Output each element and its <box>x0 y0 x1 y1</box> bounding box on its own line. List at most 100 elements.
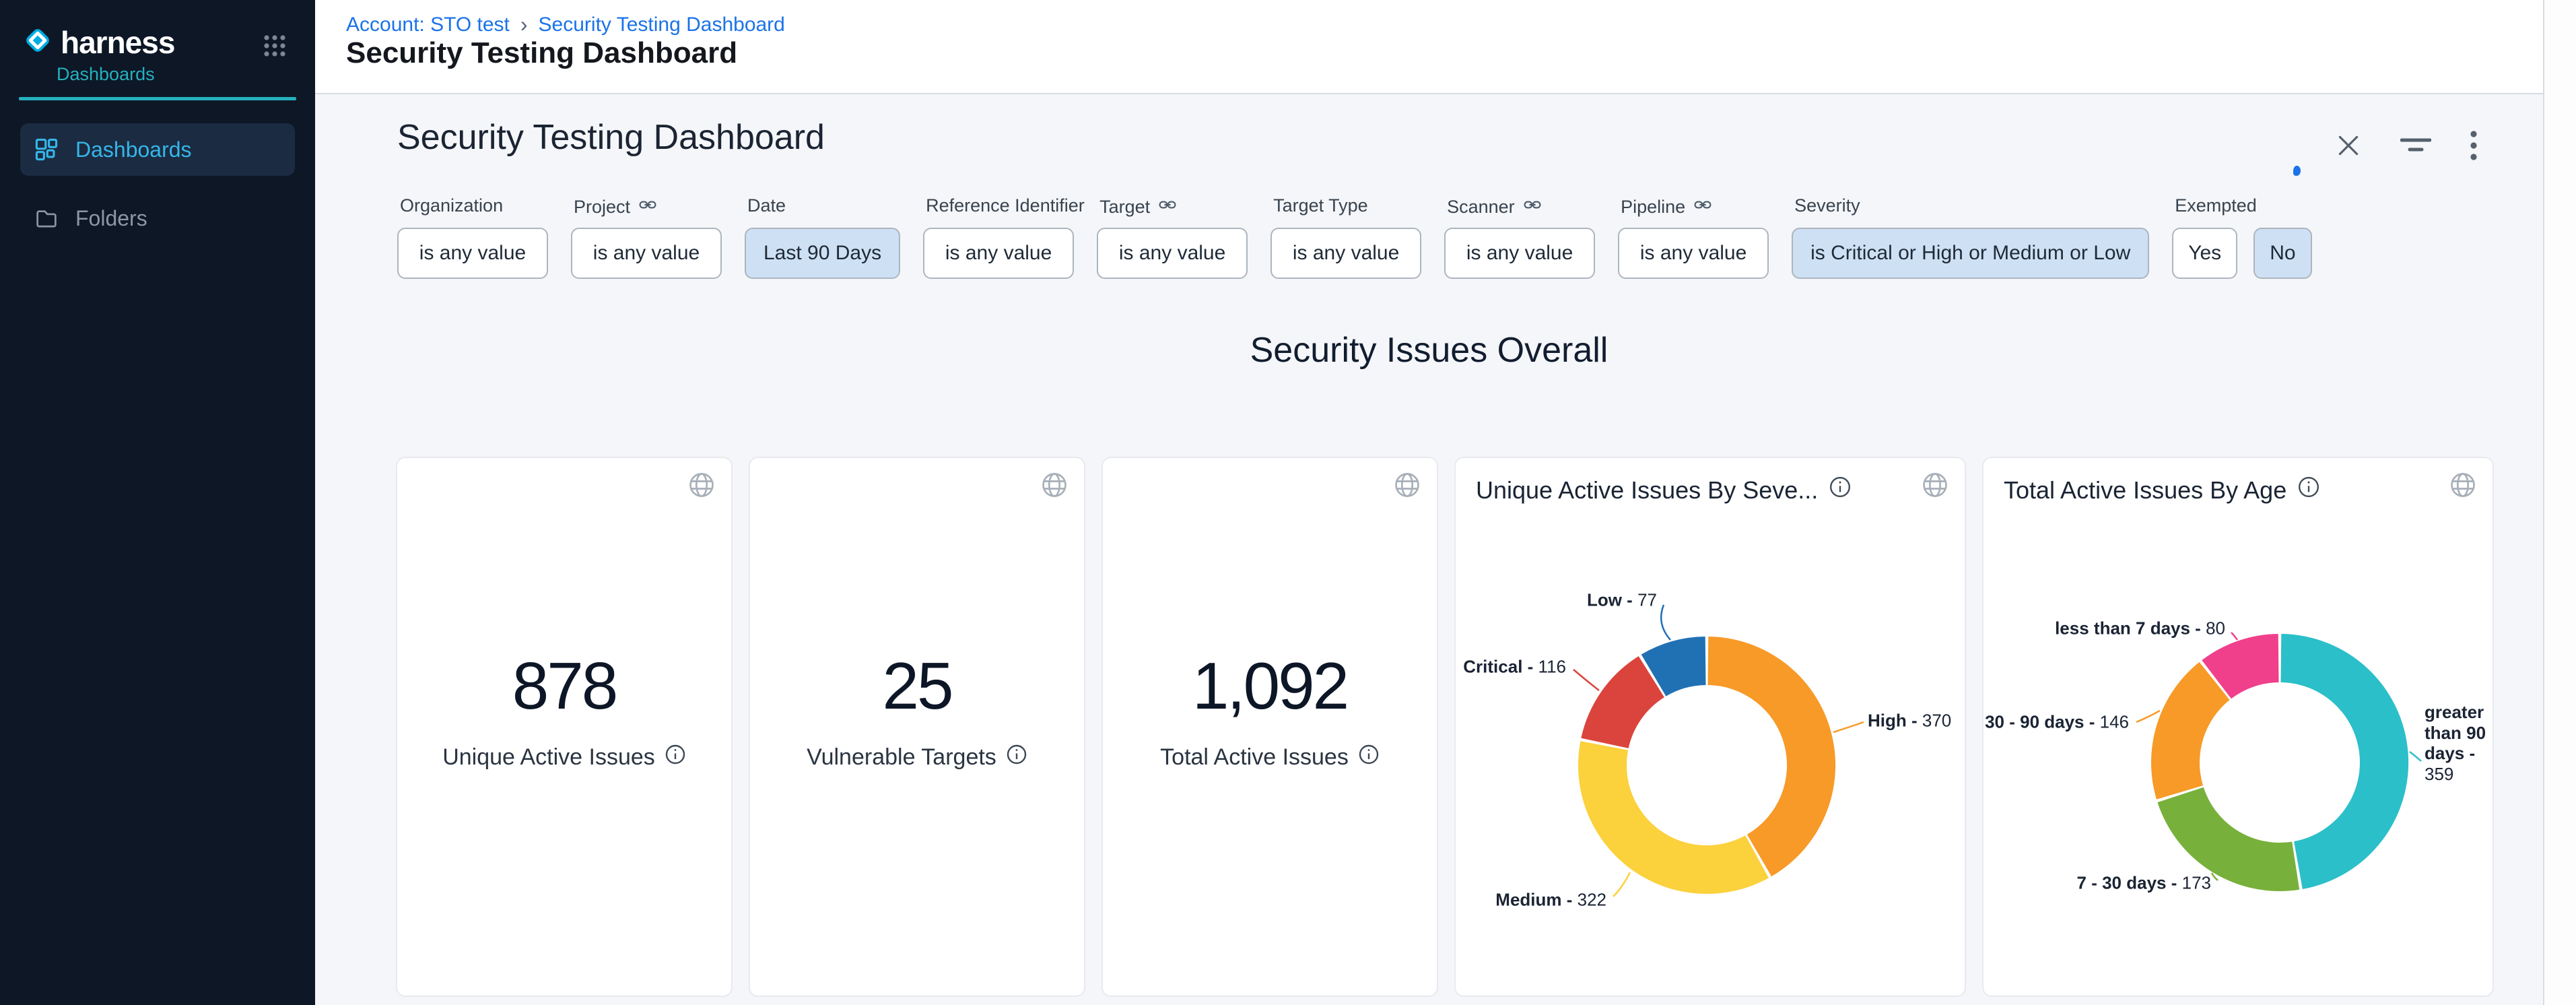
globe-icon <box>687 470 716 503</box>
stat-value: 25 <box>750 648 1084 724</box>
filter-scanner: Scanner is any value <box>1444 195 1595 279</box>
filter-value[interactable]: is any value <box>397 228 548 279</box>
filter-label: Pipeline <box>1621 195 1712 219</box>
filter-label: Severity <box>1794 195 1860 216</box>
dashboard-actions <box>2334 129 2478 165</box>
linked-filter-icon <box>1523 195 1542 219</box>
linked-filter-icon <box>1158 195 1177 219</box>
filter-label: Organization <box>400 195 503 216</box>
donut-label-7-30-days: 7 - 30 days - 173 <box>2077 873 2211 894</box>
donut-label-critical: Critical - 116 <box>1463 657 1566 678</box>
stat-label: Vulnerable Targets <box>750 744 1084 771</box>
donut-label-low: Low - 77 <box>1587 590 1657 611</box>
globe-icon <box>1040 470 1069 503</box>
donut-slice-30-90-days[interactable] <box>2151 662 2230 800</box>
top-header: Account: STO test › Security Testing Das… <box>315 0 2543 94</box>
breadcrumb-separator-icon: › <box>520 12 528 37</box>
stat-tile-total-active-issues: 1,092 Total Active Issues <box>1101 457 1438 997</box>
breadcrumb-dashboard-link[interactable]: Security Testing Dashboard <box>539 13 785 36</box>
folder-icon <box>35 207 58 230</box>
product-name: Dashboards <box>57 64 315 85</box>
breadcrumb-account-link[interactable]: Account: STO test <box>346 13 510 36</box>
filter-project: Project is any value <box>571 195 722 279</box>
donut-slice-greater-than-90-days[interactable] <box>2281 634 2409 889</box>
breadcrumb: Account: STO test › Security Testing Das… <box>346 12 785 37</box>
label-leader-line <box>1833 722 1864 732</box>
mouse-cursor <box>2293 166 2301 176</box>
filter-label: Reference Identifier <box>926 195 1085 216</box>
security-testing-dashboard-page: { "sidebar": { "brand": "harness", "prod… <box>0 0 2576 1005</box>
stat-tile-unique-active-issues: 878 Unique Active Issues <box>396 457 733 997</box>
filter-value[interactable]: is any value <box>1097 228 1248 279</box>
sidebar-item-label: Folders <box>75 206 147 231</box>
donut-label-medium: Medium - 322 <box>1495 890 1606 911</box>
filter-value[interactable]: is Critical or High or Medium or Low <box>1792 228 2149 279</box>
label-leader-line <box>1573 670 1599 690</box>
filter-label: Date <box>747 195 786 216</box>
sidebar-item-folders[interactable]: Folders <box>20 192 295 245</box>
label-leader-line <box>2410 752 2421 761</box>
donut-label-high: High - 370 <box>1868 711 1951 732</box>
close-icon[interactable] <box>2334 131 2363 163</box>
sidebar-divider <box>19 97 296 100</box>
filter-target: Target is any value <box>1097 195 1248 279</box>
label-leader-line <box>1661 605 1670 640</box>
filter-option-no[interactable]: No <box>2253 228 2311 279</box>
filter-date: Date Last 90 Days <box>745 195 900 279</box>
filter-toggle-group: Yes No <box>2172 228 2311 279</box>
filter-label: Exempted <box>2175 195 2257 216</box>
filter-value[interactable]: is any value <box>1444 228 1595 279</box>
filter-value[interactable]: is any value <box>1618 228 1769 279</box>
sidebar-item-label: Dashboards <box>75 137 192 162</box>
app-grid-icon[interactable] <box>263 34 287 61</box>
info-icon[interactable] <box>1358 744 1380 771</box>
brand-name: harness <box>61 24 174 61</box>
filter-value[interactable]: Last 90 Days <box>745 228 900 279</box>
filter-label: Target Type <box>1273 195 1368 216</box>
sidebar-nav: Dashboards Folders <box>0 123 315 245</box>
filter-reference-identifier: Reference Identifier is any value <box>923 195 1074 279</box>
filter-bar: Organization is any value Project is a <box>397 195 2312 279</box>
sidebar-item-dashboards[interactable]: Dashboards <box>20 123 295 176</box>
section-title: Security Issues Overall <box>315 330 2543 370</box>
filter-value[interactable]: is any value <box>923 228 1074 279</box>
harness-logo-icon <box>20 23 55 61</box>
info-icon[interactable] <box>665 744 686 771</box>
cards-row: 878 Unique Active Issues 25 Vulnerable T… <box>396 457 2494 997</box>
donut-slice-medium[interactable] <box>1578 741 1769 894</box>
filter-severity: Severity is Critical or High or Medium o… <box>1792 195 2149 279</box>
donut-label-30-90-days: 30 - 90 days - 146 <box>1985 712 2129 733</box>
globe-icon <box>1392 470 1422 503</box>
linked-filter-icon <box>1693 195 1712 219</box>
filter-value[interactable]: is any value <box>1270 228 1421 279</box>
filters-toggle-icon[interactable] <box>2400 131 2431 163</box>
more-options-icon[interactable] <box>2469 129 2478 165</box>
chart-tile-unique-active-issues-by-severity: Unique Active Issues By Seve... Low - 77… <box>1454 457 1966 997</box>
stat-label: Unique Active Issues <box>397 744 731 771</box>
filter-organization: Organization is any value <box>397 195 548 279</box>
sidebar: harness Dashboards Dashboards <box>0 0 315 1005</box>
stat-value: 878 <box>397 648 731 724</box>
dashboard-panel: Security Testing Dashboard Organization <box>315 94 2543 1005</box>
label-leader-line <box>2231 633 2237 640</box>
dashboard-title: Security Testing Dashboard <box>397 117 825 158</box>
filter-exempted: Exempted Yes No <box>2172 195 2311 279</box>
vertical-scrollbar[interactable] <box>2543 0 2576 1005</box>
info-icon[interactable] <box>1006 744 1027 771</box>
donut-slice-high[interactable] <box>1708 637 1836 876</box>
filter-label: Scanner <box>1447 195 1542 219</box>
donut-label-less-than-7-days: less than 7 days - 80 <box>2055 618 2225 639</box>
chart-tile-total-active-issues-by-age: Total Active Issues By Age less than 7 d… <box>1982 457 2494 997</box>
stat-value: 1,092 <box>1103 648 1437 724</box>
filter-value[interactable]: is any value <box>571 228 722 279</box>
linked-filter-icon <box>638 195 657 219</box>
filter-label: Project <box>574 195 657 219</box>
stat-label: Total Active Issues <box>1103 744 1437 771</box>
dashboards-icon <box>35 138 58 161</box>
page-title: Security Testing Dashboard <box>346 36 737 70</box>
donut-label-greater-than-90-days: greater than 90 days - 359 <box>2425 702 2489 785</box>
filter-option-yes[interactable]: Yes <box>2172 228 2237 279</box>
stat-tile-vulnerable-targets: 25 Vulnerable Targets <box>749 457 1085 997</box>
label-leader-line <box>1613 872 1630 897</box>
label-leader-line <box>2136 711 2160 722</box>
